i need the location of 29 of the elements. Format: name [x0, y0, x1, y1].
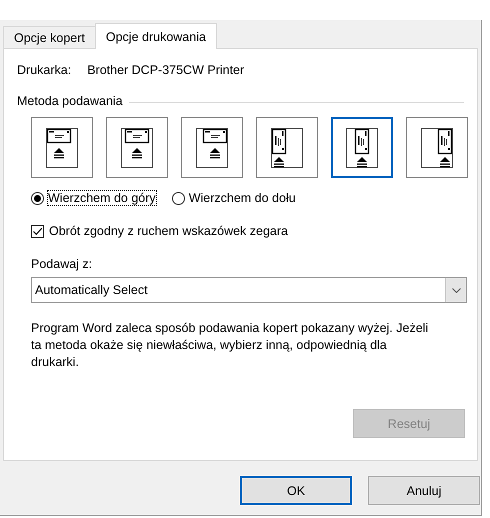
envelope-feed-icon — [346, 128, 378, 168]
cancel-button[interactable]: Anuluj — [368, 476, 480, 505]
feed-option-button[interactable] — [181, 117, 243, 178]
feed-option-button[interactable] — [406, 117, 468, 178]
checkbox-label[interactable]: Obrót zgodny z ruchem wskazówek zegara — [49, 224, 288, 238]
printer-label: Drukarka: — [17, 63, 72, 77]
feed-option-button[interactable] — [331, 117, 393, 178]
feed-option-button[interactable] — [106, 117, 168, 178]
envelope-feed-icon — [196, 128, 228, 168]
radio-label[interactable]: Wierzchem do dołu — [188, 191, 296, 205]
group-label: Metoda podawania — [17, 94, 123, 108]
checkbox[interactable] — [31, 224, 44, 238]
radio-button[interactable] — [172, 192, 185, 204]
feed-option-button[interactable] — [31, 117, 93, 178]
envelope-feed-icon — [271, 128, 303, 168]
envelope-feed-icon — [121, 128, 153, 168]
info-text: Program Word zaleca sposób podawania kopert pokazany wyżej. Jeżeli ta metoda okaże się niewłaściwa, wybierz inną, odpowiednią dla drukarki. — [31, 320, 430, 371]
ok-button[interactable]: OK — [240, 476, 352, 505]
envelope-feed-icon — [46, 128, 78, 168]
printer-name: Brother DCP-375CW Printer — [87, 63, 244, 77]
tab[interactable]: Opcje kopert — [3, 26, 96, 48]
radio-button[interactable] — [31, 192, 44, 204]
chevron-down-icon — [452, 288, 460, 292]
tab[interactable]: Opcje drukowania — [94, 23, 217, 49]
source-dropdown[interactable]: Automatically Select — [31, 277, 467, 303]
field-label: Podawaj z: — [31, 257, 94, 271]
feed-option-button[interactable] — [256, 117, 318, 178]
radio-label[interactable]: Wierzchem do góry — [48, 191, 156, 205]
envelope-feed-icon — [421, 128, 453, 168]
